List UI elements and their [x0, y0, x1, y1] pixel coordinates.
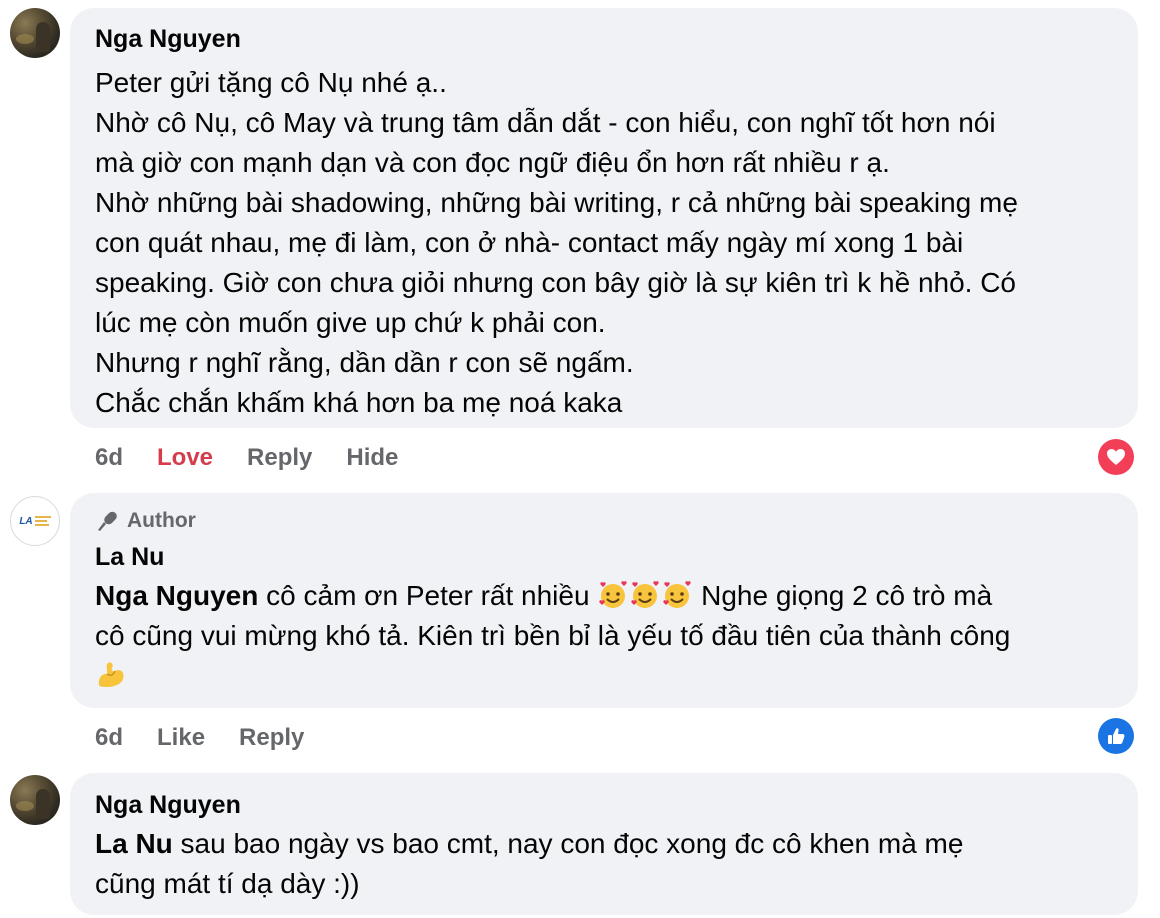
comment-line: con quát nhau, mẹ đi làm, con ở nhà- con…: [95, 227, 964, 258]
comment-line-text: sau bao ngày vs bao cmt, nay con đọc xon…: [172, 828, 964, 859]
comment-line-text: Nghe giọng 2 cô trò mà: [693, 580, 993, 611]
comment-author-name[interactable]: Nga Nguyen: [95, 790, 1108, 820]
mention-link[interactable]: Nga Nguyen: [95, 580, 258, 611]
smiling-face-with-hearts-icon: [631, 581, 660, 608]
comment-line: La Nu sau bao ngày vs bao cmt, nay con đ…: [95, 824, 1108, 864]
comment-text: La Nu sau bao ngày vs bao cmt, nay con đ…: [95, 824, 1108, 904]
author-badge-label: Author: [127, 509, 196, 532]
comment-line: mà giờ con mạnh dạn và con đọc ngữ điệu …: [95, 147, 890, 178]
comment-text: Nga Nguyen cô cảm ơn Peter rất nhiều Ngh…: [95, 576, 1108, 696]
comment-text: Peter gửi tặng cô Nụ nhé ạ.. Nhờ cô Nụ, …: [95, 63, 1108, 423]
avatar-nga-nguyen[interactable]: [10, 775, 60, 825]
avatar-photo-figure: [36, 22, 50, 52]
smiling-face-with-hearts-icon: [663, 581, 692, 608]
like-button[interactable]: Like: [157, 724, 205, 752]
comment-actions: 6d Like Reply: [95, 723, 304, 753]
comment-bubble: Nga Nguyen Peter gửi tặng cô Nụ nhé ạ.. …: [70, 8, 1138, 428]
avatar-la-nu[interactable]: LA: [10, 496, 60, 546]
thumbs-up-icon[interactable]: [1098, 718, 1134, 754]
comment-line: Nhờ cô Nụ, cô May và trung tâm dẫn dắt -…: [95, 107, 996, 138]
mention-link[interactable]: La Nu: [95, 828, 173, 859]
avatar-photo-detail: [16, 801, 34, 811]
comment-line: speaking. Giờ con chưa giỏi nhưng con bâ…: [95, 267, 1017, 298]
comment-author-name[interactable]: Nga Nguyen: [95, 24, 1108, 54]
comment-line: cô cũng vui mừng khó tả. Kiên trì bền bỉ…: [95, 620, 1011, 651]
comment-bubble: Nga Nguyen La Nu sau bao ngày vs bao cmt…: [70, 773, 1138, 915]
comment-line: Nhờ những bài shadowing, những bài writi…: [95, 187, 1018, 218]
flexed-biceps-icon: [98, 662, 124, 687]
author-badge: Author: [95, 506, 1108, 536]
comment-author-name[interactable]: La Nu: [95, 542, 1108, 572]
comment-line: Chắc chắn khấm khá hơn ba mẹ noá kaka: [95, 387, 623, 418]
reply-button[interactable]: Reply: [239, 724, 304, 752]
avatar-photo-detail: [16, 34, 34, 44]
comment-line-text: cô cảm ơn Peter rất nhiều: [258, 580, 598, 611]
love-button[interactable]: Love: [157, 444, 213, 472]
comment-line: lúc mẹ còn muốn give up chứ k phải con.: [95, 307, 606, 338]
microphone-icon: [98, 511, 117, 531]
comment-bubble: Author La Nu Nga Nguyen cô cảm ơn Peter …: [70, 493, 1138, 708]
brand-logo: LA: [19, 516, 51, 527]
smiling-face-with-hearts-icon: [599, 581, 628, 608]
comment-actions: 6d Love Reply Hide: [95, 443, 398, 473]
reply-button[interactable]: Reply: [247, 444, 312, 472]
comment-timestamp[interactable]: 6d: [95, 444, 123, 472]
hide-button[interactable]: Hide: [346, 444, 398, 472]
avatar-nga-nguyen[interactable]: [10, 8, 60, 58]
comment-line: Peter gửi tặng cô Nụ nhé ạ..: [95, 67, 447, 98]
comment-line: cũng mát tí dạ dày :)): [95, 868, 360, 899]
comment-timestamp[interactable]: 6d: [95, 724, 123, 752]
heart-icon[interactable]: [1098, 439, 1134, 475]
comment-line: Nga Nguyen cô cảm ơn Peter rất nhiều Ngh…: [95, 576, 1108, 616]
comment-line: [95, 656, 1108, 696]
comment-line: Nhưng r nghĩ rằng, dần dần r con sẽ ngấm…: [95, 347, 634, 378]
avatar-photo-figure: [36, 789, 50, 819]
